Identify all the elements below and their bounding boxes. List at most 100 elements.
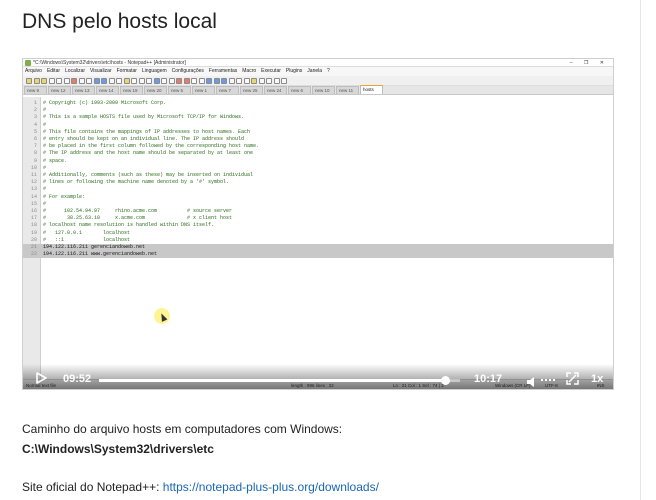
tab-new-24[interactable]: new 24 xyxy=(264,86,287,94)
toolbar-icon[interactable] xyxy=(33,77,40,84)
code-line[interactable]: 22 194.122.116.211 www.gerenciandoweb.net xyxy=(23,251,613,259)
toolbar-icon[interactable] xyxy=(78,77,85,84)
tab-new-25[interactable]: new 25 xyxy=(240,86,263,94)
tab-new-1[interactable]: new 1 xyxy=(192,86,215,94)
code-line[interactable]: 7 # be placed in the first column followe… xyxy=(23,143,613,150)
code-line[interactable]: 17 # 38.25.63.10 x.acme.com # x client ho… xyxy=(23,215,613,222)
toolbar-icon[interactable] xyxy=(153,77,160,84)
code-line[interactable]: 14 # For example: xyxy=(23,194,613,201)
menu-item[interactable]: Editar xyxy=(47,68,60,74)
toolbar-icon[interactable] xyxy=(63,77,70,84)
tab-new-7[interactable]: new 7 xyxy=(216,86,239,94)
notepad-download-link[interactable]: https://notepad-plus-plus.org/downloads/ xyxy=(163,480,379,494)
code-line[interactable]: 1 # Copyright (c) 1993-2009 Microsoft Cor… xyxy=(23,100,613,107)
tab-new-12[interactable]: new 12 xyxy=(48,86,71,94)
toolbar-icon[interactable] xyxy=(101,77,107,84)
tab-new-19[interactable]: new 19 xyxy=(120,86,143,94)
code-line[interactable]: 19 # 127.0.0.1 localhost xyxy=(23,230,613,237)
toolbar-icon[interactable] xyxy=(281,77,287,84)
toolbar-icon[interactable] xyxy=(116,77,122,84)
menu-item[interactable]: Plugins xyxy=(286,68,302,74)
toolbar-icon[interactable] xyxy=(236,77,242,84)
toolbar-icon[interactable] xyxy=(48,77,55,84)
toolbar-icon[interactable] xyxy=(26,77,32,84)
volume-icon xyxy=(527,377,534,387)
menu-item[interactable]: Executar xyxy=(261,68,281,74)
menu-item[interactable]: Configurações xyxy=(172,68,204,74)
window-buttons: – ❐ ✕ xyxy=(569,60,609,66)
tab-new-11[interactable]: new 11 xyxy=(336,86,359,94)
code-line[interactable]: 5 # This file contains the mappings of IP… xyxy=(23,129,613,136)
toolbar-icon[interactable] xyxy=(228,77,235,84)
toolbar-icon[interactable] xyxy=(198,77,205,84)
code-line[interactable]: 9 # space. xyxy=(23,158,613,165)
tab-new-6[interactable]: new 6 xyxy=(288,86,311,94)
toolbar-icon[interactable] xyxy=(146,77,152,84)
code-line[interactable]: 18 # localhost name resolution is handled… xyxy=(23,222,613,229)
tab-new-9[interactable]: new 9 xyxy=(24,86,47,94)
code-line[interactable]: 15 # xyxy=(23,201,613,208)
playback-speed[interactable]: 1x xyxy=(591,373,603,385)
toolbar-icon[interactable] xyxy=(71,77,77,84)
toolbar-icon[interactable] xyxy=(266,77,272,84)
toolbar-icon[interactable] xyxy=(86,77,92,84)
toolbar-icon[interactable] xyxy=(273,77,280,84)
menu-item[interactable]: Ferramentas xyxy=(209,68,237,74)
toolbar-icon[interactable] xyxy=(251,77,257,84)
menu-item[interactable]: Formatar xyxy=(117,68,137,74)
line-number: 21 xyxy=(30,244,37,250)
menu-item[interactable]: Linguagem xyxy=(142,68,167,74)
toolbar-icon[interactable] xyxy=(213,77,220,84)
toolbar-icon[interactable] xyxy=(93,77,100,84)
toolbar-icon[interactable] xyxy=(221,77,227,84)
code-line[interactable]: 4 # xyxy=(23,122,613,129)
video-player[interactable]: *C:\Windows\System32\drivers\etc\hosts -… xyxy=(22,58,614,390)
code-line[interactable]: 16 # 102.54.94.97 rhino.acme.com # source… xyxy=(23,208,613,215)
code-line[interactable]: 2 # xyxy=(23,107,613,114)
volume-level[interactable] xyxy=(541,379,555,381)
menu-item[interactable]: Macro xyxy=(242,68,256,74)
menu-item[interactable]: Arquivo xyxy=(25,68,42,74)
progress-knob[interactable] xyxy=(441,376,451,385)
code-line[interactable]: 11 # Additionally, comments (such as thes… xyxy=(23,172,613,179)
tab-new-5[interactable]: new 5 xyxy=(168,86,191,94)
toolbar-icon[interactable] xyxy=(131,77,137,84)
toolbar-icon[interactable] xyxy=(206,77,212,84)
menu-item[interactable]: Localizar xyxy=(65,68,85,74)
toolbar-icon[interactable] xyxy=(191,77,197,84)
toolbar-icon[interactable] xyxy=(183,77,190,84)
tab-new-10[interactable]: new 10 xyxy=(312,86,335,94)
tab-new-20[interactable]: new 20 xyxy=(144,86,167,94)
line-number: 18 xyxy=(30,222,37,229)
toolbar-icon[interactable] xyxy=(123,77,130,84)
toolbar-icon[interactable] xyxy=(168,77,175,84)
line-number: 10 xyxy=(30,164,37,171)
play-button[interactable] xyxy=(35,372,47,384)
code-line[interactable]: 3 # This is a sample HOSTS file used by M… xyxy=(23,114,613,121)
code-line[interactable]: 12 # lines or following the machine name … xyxy=(23,179,613,186)
toolbar-icon[interactable] xyxy=(243,77,250,84)
code-line[interactable]: 8 # The IP address and the host name shou… xyxy=(23,150,613,157)
progress-bar[interactable] xyxy=(99,376,460,385)
tab-hosts[interactable]: hosts xyxy=(360,85,383,94)
toolbar-icon[interactable] xyxy=(258,77,265,84)
tab-new-14[interactable]: new 14 xyxy=(96,86,119,94)
menu-item[interactable]: Janela xyxy=(307,68,322,74)
toolbar-icon[interactable] xyxy=(56,77,62,84)
code-line[interactable]: 20 # ::1 localhost xyxy=(23,237,613,244)
tab-new-13[interactable]: new 13 xyxy=(72,86,95,94)
code-line[interactable]: 10 # xyxy=(23,164,613,172)
toolbar-icon[interactable] xyxy=(138,77,145,84)
toolbar-icon[interactable] xyxy=(41,77,47,84)
menu-item[interactable]: Visualizar xyxy=(90,68,112,74)
menu-item[interactable]: ? xyxy=(327,68,330,74)
code-line[interactable]: 21 194.122.116.211 gerenciandoweb.net xyxy=(23,244,613,251)
code-line[interactable]: 6 # entry should be kept on an individual… xyxy=(23,136,613,143)
volume-button[interactable] xyxy=(527,374,539,387)
page-title: DNS pelo hosts local xyxy=(22,10,217,33)
code-line[interactable]: 13 # xyxy=(23,186,613,193)
fullscreen-button[interactable] xyxy=(566,372,579,385)
toolbar-icon[interactable] xyxy=(176,77,182,84)
toolbar-icon[interactable] xyxy=(161,77,167,84)
toolbar-icon[interactable] xyxy=(108,77,115,84)
